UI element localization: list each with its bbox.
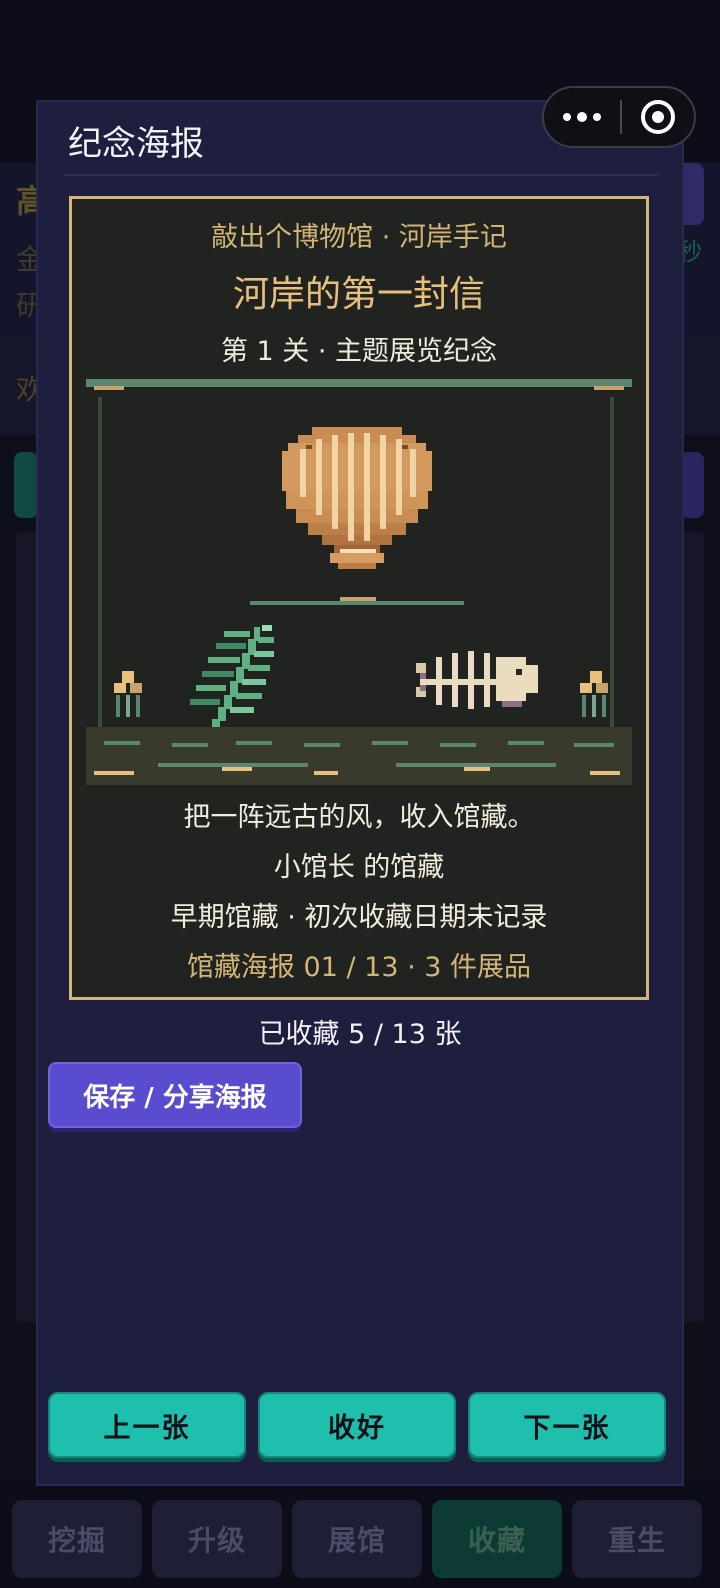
modal-divider [64, 174, 658, 176]
app-root: 高 金 研 秒 欢 挖掘 升级 展馆 收藏 重生 纪念海报 敲出个博物馆 · 河… [0, 0, 720, 1588]
nav-upgrade-button[interactable]: 升级 [152, 1500, 282, 1578]
close-modal-button[interactable]: 收好 [258, 1392, 456, 1458]
poster-title: 河岸的第一封信 [232, 274, 485, 315]
case-top-rail [86, 379, 632, 387]
nav-museum-button[interactable]: 展馆 [292, 1500, 422, 1578]
pebble-stack-icon [580, 671, 614, 735]
commemorative-poster: 敲出个博物馆 · 河岸手记 河岸的第一封信 第 1 关 · 主题展览纪念 把一阵… [69, 196, 649, 1000]
nav-rebirth-button[interactable]: 重生 [572, 1500, 702, 1578]
bottom-nav: 挖掘 升级 展馆 收藏 重生 [0, 1478, 720, 1588]
poster-quote: 把一阵远古的风，收入馆藏。 [183, 802, 535, 833]
modal-title: 纪念海报 [68, 124, 204, 164]
poster-footer: 馆藏海报 01 / 13 · 3 件展品 [186, 952, 532, 983]
nav-dig-button[interactable]: 挖掘 [12, 1500, 142, 1578]
save-share-poster-button[interactable]: 保存 / 分享海报 [48, 1062, 302, 1128]
miniprogram-capsule [542, 86, 696, 148]
previous-poster-button[interactable]: 上一张 [48, 1392, 246, 1458]
fern-fossil-icon [190, 625, 274, 731]
fish-skeleton-icon [416, 651, 538, 709]
poster-subtitle: 敲出个博物馆 · 河岸手记 [211, 222, 507, 253]
pebble-stack-icon [114, 671, 146, 735]
case-right-post [610, 397, 614, 737]
poster-modal: 纪念海报 敲出个博物馆 · 河岸手记 河岸的第一封信 第 1 关 · 主题展览纪… [36, 100, 684, 1486]
scallop-shell-icon [282, 427, 432, 569]
poster-date-line: 早期馆藏 · 初次收藏日期未记录 [170, 902, 548, 933]
poster-level: 第 1 关 · 主题展览纪念 [220, 336, 498, 367]
exhibit-scene [86, 379, 632, 785]
more-dots-icon[interactable] [544, 88, 620, 146]
collected-count: 已收藏 5 / 13 张 [258, 1019, 462, 1050]
nav-collection-button[interactable]: 收藏 [432, 1500, 562, 1578]
case-left-post [98, 397, 102, 737]
riverbank-ground [86, 727, 632, 785]
poster-owner: 小馆长 的馆藏 [273, 852, 445, 883]
next-poster-button[interactable]: 下一张 [468, 1392, 666, 1458]
target-close-icon[interactable] [622, 88, 694, 146]
background-tab [14, 452, 38, 518]
display-shelf [250, 601, 464, 605]
